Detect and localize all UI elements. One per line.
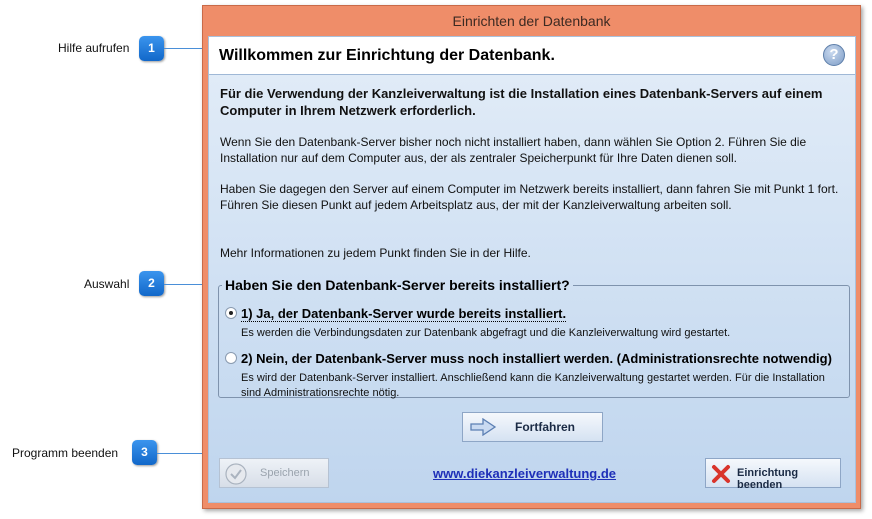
info-paragraph-2: Haben Sie dagegen den Server auf einem C…: [220, 182, 839, 212]
save-button-label: Speichern: [260, 467, 310, 479]
option-1-description: Es werden die Verbindungsdaten zur Daten…: [241, 327, 731, 339]
option-1-radio[interactable]: [225, 307, 237, 319]
group-title: Haben Sie den Datenbank-Server bereits i…: [225, 277, 570, 293]
window-title: Einrichten der Datenbank: [452, 13, 611, 29]
callout-badge-3: 3: [132, 440, 157, 465]
info-paragraph-3: Mehr Informationen zu jedem Punkt finden…: [220, 246, 531, 260]
continue-button[interactable]: Fortfahren: [462, 412, 603, 442]
option-1-label[interactable]: 1) Ja, der Datenbank-Server wurde bereit…: [241, 306, 567, 322]
callout-label-selection: Auswahl: [84, 277, 130, 291]
check-circle-icon: [224, 462, 248, 489]
website-link[interactable]: www.diekanzleiverwaltung.de: [433, 466, 616, 481]
exit-setup-button-label: Einrichtung beenden: [737, 467, 799, 491]
dialog-client-area: Willkommen zur Einrichtung der Datenbank…: [208, 36, 856, 503]
setup-dialog: Einrichten der Datenbank Willkommen zur …: [202, 5, 861, 509]
header-title: Willkommen zur Einrichtung der Datenbank…: [219, 47, 555, 64]
continue-button-label: Fortfahren: [515, 420, 575, 434]
callout-label-help: Hilfe aufrufen: [58, 41, 130, 55]
question-circle-icon[interactable]: ?: [823, 44, 845, 66]
callout-badge-1: 1: [139, 36, 164, 61]
callout-badge-2: 2: [139, 271, 164, 296]
arrow-right-icon: [469, 417, 497, 439]
exit-setup-button[interactable]: Einrichtung beenden: [705, 458, 841, 491]
option-2-description: Es wird der Datenbank-Server installiert…: [241, 372, 825, 399]
option-2-label[interactable]: 2) Nein, der Datenbank-Server muss noch …: [241, 351, 832, 366]
option-2-radio[interactable]: [225, 352, 237, 364]
header-band: Willkommen zur Einrichtung der Datenbank…: [209, 37, 855, 75]
red-x-icon: [710, 463, 732, 488]
info-paragraph-1: Wenn Sie den Datenbank-Server bisher noc…: [220, 135, 807, 165]
intro-text: Für die Verwendung der Kanzleiverwaltung…: [220, 86, 823, 118]
callout-label-exit: Programm beenden: [12, 446, 119, 460]
server-installed-group: Haben Sie den Datenbank-Server bereits i…: [218, 277, 850, 399]
save-button[interactable]: Speichern: [219, 458, 329, 488]
